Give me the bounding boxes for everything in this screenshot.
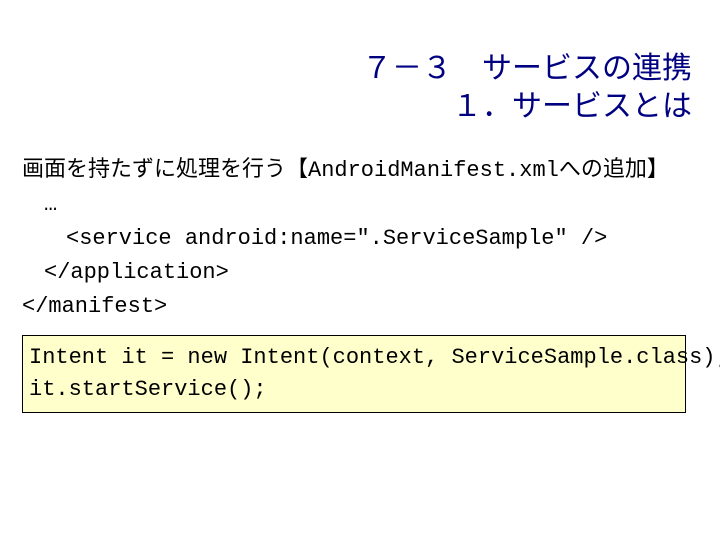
- body-line-1: 画面を持たずに処理を行う【AndroidManifest.xmlへの追加】: [22, 158, 669, 183]
- title-line-1: ７－３ サービスの連携: [362, 50, 692, 88]
- title-line-2: １．サービスとは: [362, 88, 692, 126]
- code-line-1: Intent it = new Intent(context, ServiceS…: [29, 345, 720, 370]
- code-line-2: it.startService();: [29, 377, 267, 402]
- body-line-3: <service android:name=".ServiceSample" /…: [22, 226, 607, 251]
- body-line-5: </manifest>: [22, 294, 167, 319]
- body-line-2: …: [22, 192, 57, 217]
- slide-title-block: ７－３ サービスの連携 １．サービスとは: [362, 50, 692, 125]
- body-line-4: </application>: [22, 260, 229, 285]
- java-code-box: Intent it = new Intent(context, ServiceS…: [22, 335, 686, 413]
- manifest-snippet: 画面を持たずに処理を行う【AndroidManifest.xmlへの追加】 … …: [22, 154, 669, 324]
- slide: ７－３ サービスの連携 １．サービスとは 画面を持たずに処理を行う【Androi…: [0, 0, 720, 540]
